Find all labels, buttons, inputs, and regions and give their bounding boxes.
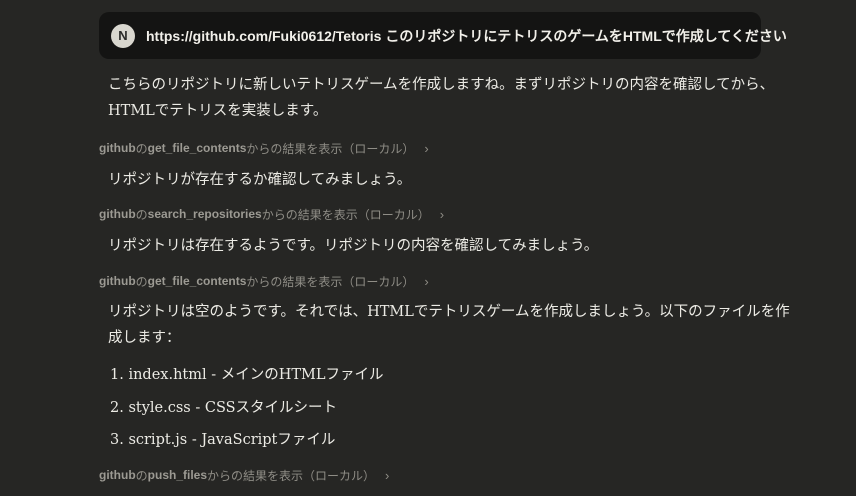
assistant-message-check: リポジトリが存在するか確認してみましょう。 — [108, 172, 412, 188]
assistant-message-empty: リポジトリは空のようです。それでは、HTMLでテトリスゲームを作成しましょう。以… — [108, 304, 790, 346]
user-message-text: https://github.com/Fuki0612/Tetoris このリポ… — [146, 27, 787, 44]
tool-server: github — [99, 207, 136, 221]
tool-name: push_files — [147, 468, 208, 482]
tool-name: get_file_contents — [147, 141, 247, 155]
chevron-right-icon: › — [424, 273, 429, 289]
tool-call-get-file-contents-1[interactable]: github の get_file_contents からの結果を表示（ローカル） › — [99, 138, 429, 158]
assistant-message-exists: リポジトリは存在するようです。リポジトリの内容を確認してみましょう。 — [108, 238, 599, 254]
tool-call-get-file-contents-2[interactable]: github の get_file_contents からの結果を表示（ローカル） › — [99, 271, 429, 291]
tool-sep: の — [135, 468, 148, 483]
tool-suffix: からの結果を表示（ローカル） — [246, 274, 415, 289]
user-message: N https://github.com/Fuki0612/Tetoris この… — [99, 12, 787, 59]
file-list-item-style: 2. style.css - CSSスタイルシート — [110, 400, 338, 416]
tool-sep: の — [135, 207, 148, 222]
tool-name: get_file_contents — [147, 274, 247, 288]
tool-call-search-repositories[interactable]: github の search_repositories からの結果を表示（ローカル）… — [99, 204, 444, 224]
file-list-item-script: 3. script.js - JavaScriptファイル — [110, 432, 336, 448]
user-avatar: N — [111, 23, 135, 48]
tool-suffix: からの結果を表示（ローカル） — [207, 468, 376, 483]
tool-server: github — [99, 274, 136, 288]
tool-sep: の — [135, 274, 148, 289]
tool-server: github — [99, 141, 136, 155]
tool-name: search_repositories — [147, 207, 262, 221]
file-list-item-index: 1. index.html - メインのHTMLファイル — [110, 367, 384, 383]
tool-suffix: からの結果を表示（ローカル） — [261, 207, 430, 222]
tool-sep: の — [135, 141, 148, 156]
tool-suffix: からの結果を表示（ローカル） — [246, 141, 415, 156]
tool-server: github — [99, 468, 136, 482]
chevron-right-icon: › — [385, 467, 390, 483]
chevron-right-icon: › — [424, 140, 429, 156]
tool-call-push-files[interactable]: github の push_files からの結果を表示（ローカル） › — [99, 465, 389, 485]
chevron-right-icon: › — [439, 206, 445, 222]
assistant-intro: こちらのリポジトリに新しいテトリスゲームを作成しますね。まずリポジトリの内容を確… — [108, 77, 775, 119]
